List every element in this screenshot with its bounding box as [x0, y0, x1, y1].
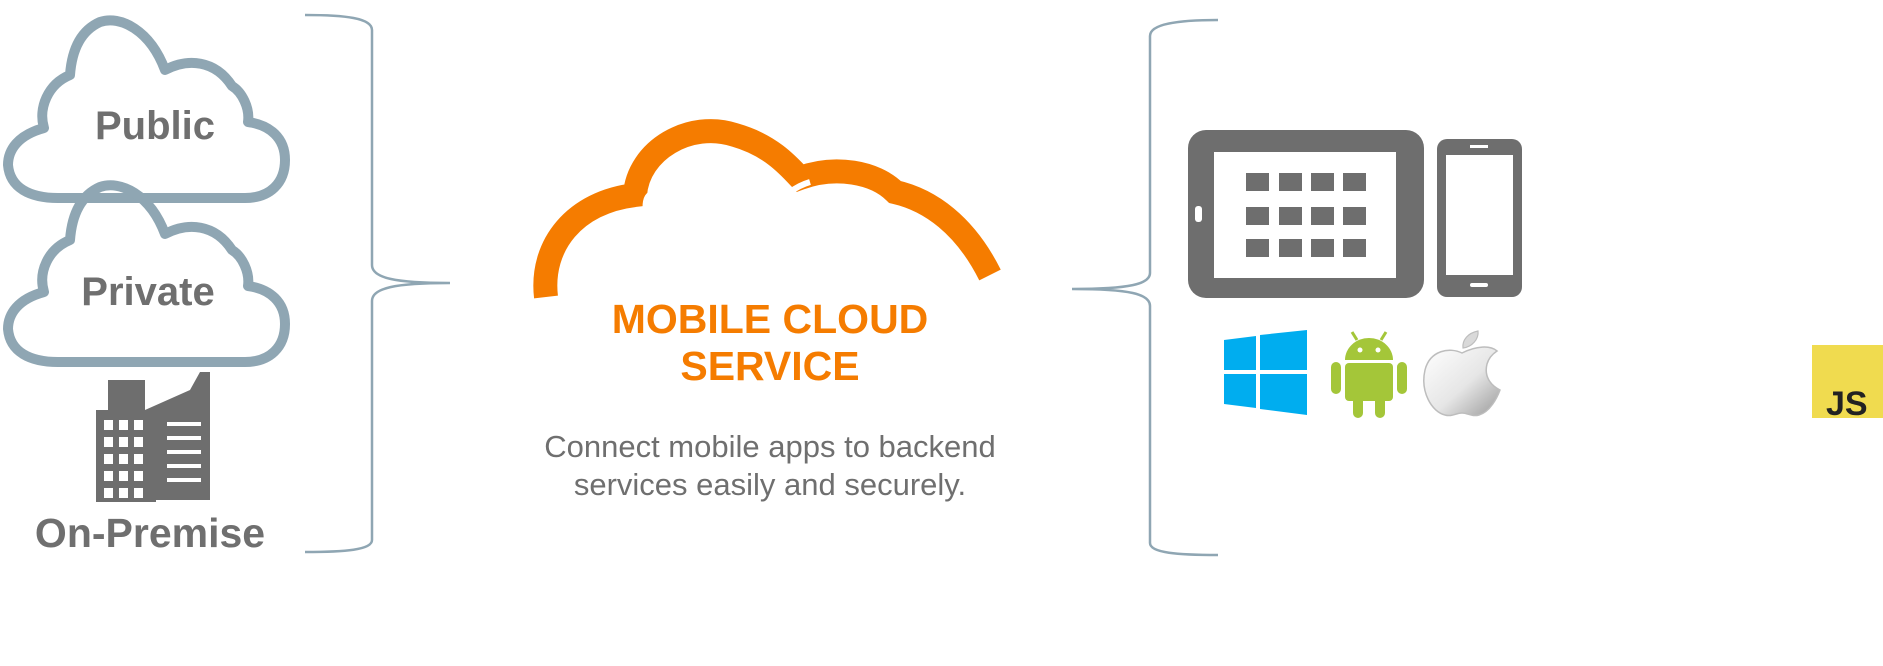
left-brace	[304, 13, 451, 554]
service-subtitle-line1: Connect mobile apps to backend	[544, 429, 996, 464]
service-subtitle: Connect mobile apps to backend services …	[540, 428, 1000, 504]
service-title-line1: MOBILE CLOUD	[611, 296, 929, 342]
mobile-cloud-icon	[533, 119, 1001, 299]
private-label: Private	[81, 270, 215, 314]
public-label: Public	[94, 104, 216, 148]
android-logo-icon	[1331, 331, 1407, 418]
apple-logo-icon	[1423, 330, 1501, 417]
building-icon	[96, 372, 210, 502]
service-subtitle-line2: services easily and securely.	[573, 467, 967, 502]
javascript-logo-icon: JS	[1812, 345, 1883, 423]
service-title: MOBILE CLOUD SERVICE	[570, 296, 970, 390]
phone-icon	[1437, 139, 1522, 297]
onpremise-label: On-Premise	[34, 510, 266, 556]
service-title-line2: SERVICE	[680, 343, 860, 389]
windows-logo-icon	[1224, 330, 1307, 415]
js-label: JS	[1826, 385, 1868, 423]
tablet-icon	[1188, 130, 1424, 298]
